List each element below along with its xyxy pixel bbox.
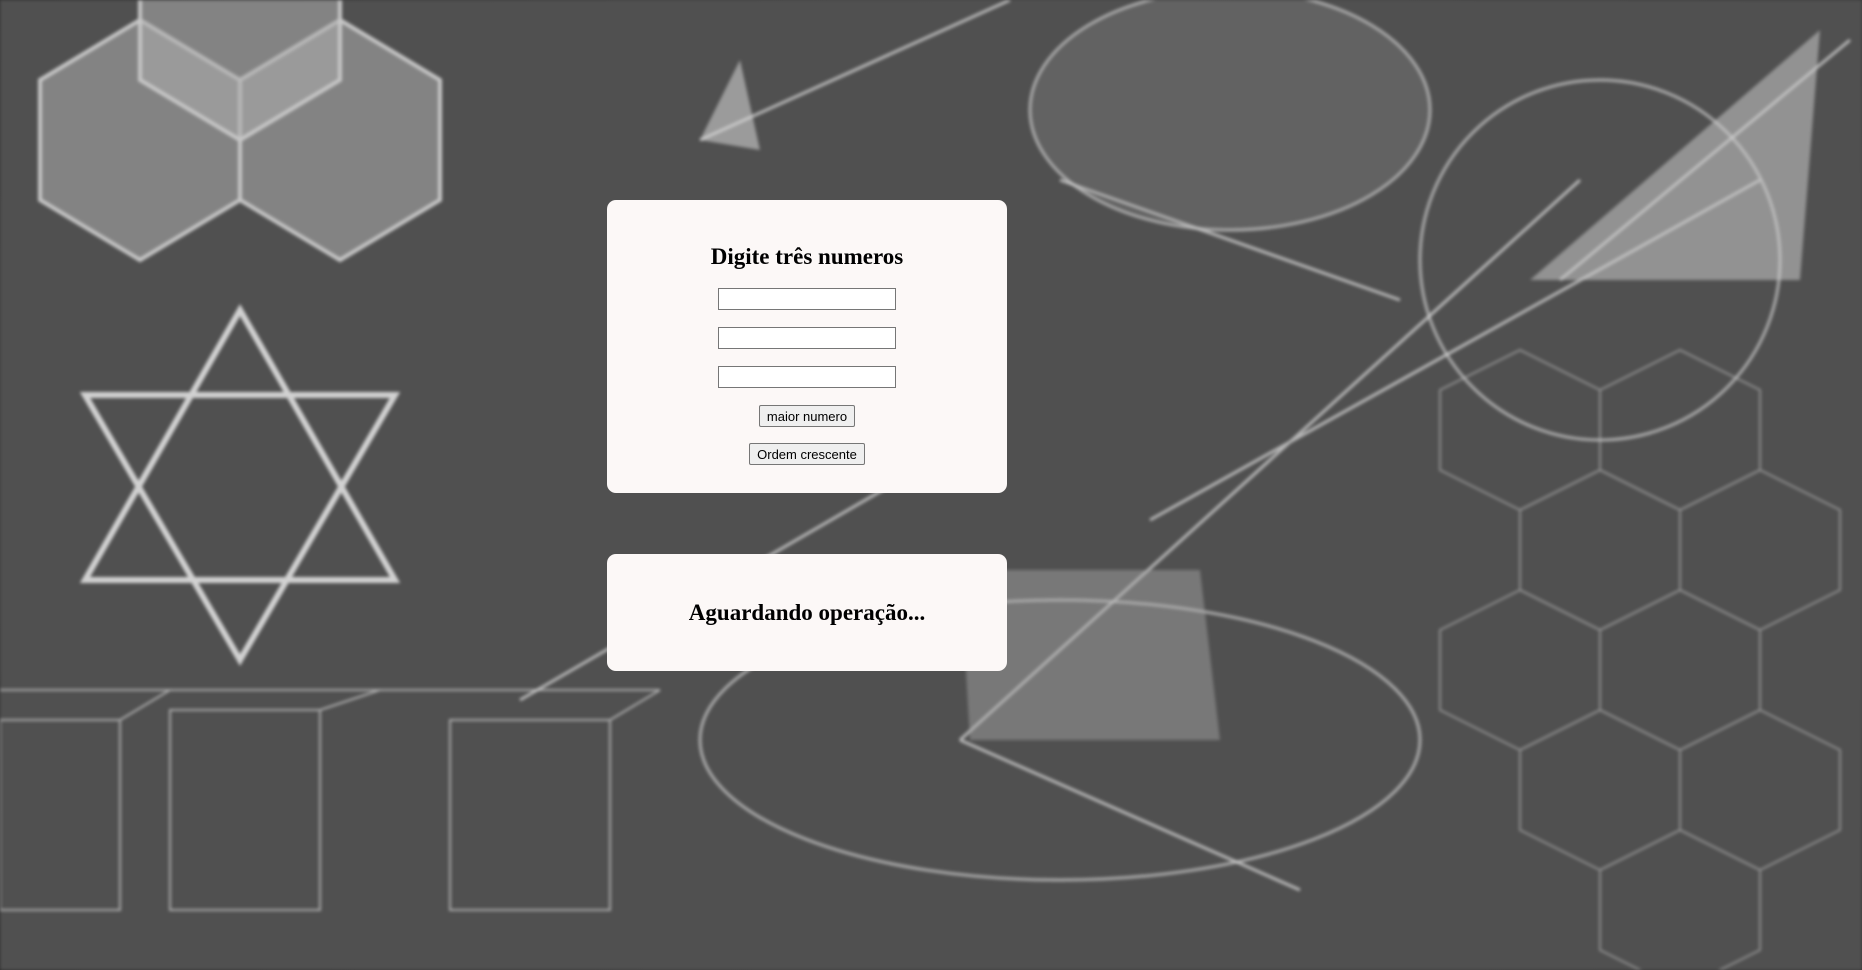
number-input-2[interactable] [718,327,896,349]
result-status-text: Aguardando operação... [688,599,926,625]
form-title: Digite três numeros [710,244,904,269]
number-input-3[interactable] [718,366,896,388]
number-form-card: Digite três numeros maior numero Ordem c… [607,200,1007,493]
sort-ascending-button[interactable]: Ordem crescente [749,443,865,465]
max-number-button[interactable]: maior numero [758,405,856,427]
number-input-1[interactable] [718,288,896,310]
result-card: Aguardando operação... [607,554,1007,671]
